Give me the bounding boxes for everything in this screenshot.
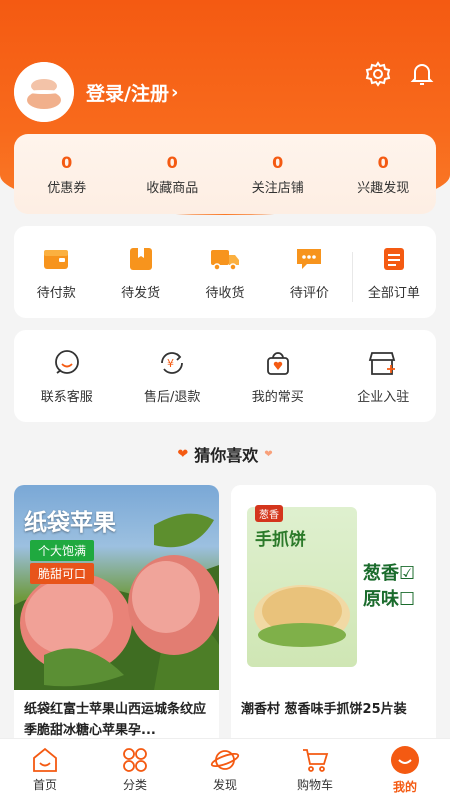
product-grid: 纸袋苹果 个大饱满 脆甜可口 纸袋红富士苹果山西运城条纹应季脆甜冰糖心苹果孕..…	[14, 485, 436, 755]
avatar[interactable]	[14, 62, 74, 122]
service-customer-support[interactable]: 联系客服	[14, 348, 120, 405]
recommend-heading: ❤ 猜你喜欢 ❤	[0, 442, 450, 466]
order-list-icon	[379, 244, 409, 274]
stat-label: 收藏商品	[146, 180, 199, 196]
tab-label: 首页	[32, 777, 57, 792]
brand-label: 葱香	[255, 505, 283, 522]
stat-followed-shops[interactable]: 0 关注店铺	[225, 153, 331, 196]
bottom-tab-bar: 首页 分类 发现 购物车 我的	[0, 738, 450, 800]
order-all[interactable]: 全部订单	[351, 244, 436, 302]
bell-icon[interactable]	[408, 60, 436, 88]
stat-coupons[interactable]: 0 优惠券	[14, 153, 120, 196]
order-label: 待付款	[36, 285, 76, 301]
svg-text:¥: ¥	[167, 357, 174, 370]
heart-icon: ❤	[264, 448, 273, 460]
order-label: 全部订单	[367, 285, 420, 301]
truck-icon	[210, 244, 240, 274]
stat-value: 0	[377, 152, 389, 172]
flavor-label: 葱香☑	[363, 563, 416, 584]
heart-icon: ❤	[177, 446, 189, 462]
tab-label: 我的	[392, 779, 417, 794]
package-icon	[126, 244, 156, 274]
tab-home[interactable]: 首页	[0, 739, 90, 800]
image-tag: 脆甜可口	[30, 563, 95, 584]
order-pending-shipment[interactable]: 待发货	[98, 244, 182, 301]
stat-interests[interactable]: 0 兴趣发现	[331, 153, 437, 196]
service-label: 企业入驻	[357, 389, 410, 405]
service-enterprise-join[interactable]: 企业入驻	[331, 348, 437, 405]
shopping-bag-icon	[263, 348, 293, 378]
stat-value: 0	[166, 152, 178, 172]
image-tag: 个大饱满	[30, 540, 95, 561]
login-register-link[interactable]: 登录/注册	[86, 79, 169, 106]
order-label: 待发货	[121, 285, 161, 301]
tab-label: 发现	[212, 777, 237, 792]
planet-icon	[210, 749, 240, 770]
tab-cart[interactable]: 购物车	[270, 739, 360, 800]
stat-label: 优惠券	[47, 180, 87, 196]
wallet-icon	[41, 244, 71, 274]
stat-label: 关注店铺	[251, 180, 304, 196]
store-icon	[368, 348, 398, 378]
category-icon	[123, 747, 147, 772]
stat-value: 0	[272, 152, 284, 172]
product-title[interactable]: 潮香村 葱香味手抓饼25片装	[231, 690, 436, 742]
tab-label: 购物车	[296, 777, 333, 792]
product-image[interactable]: 纸袋苹果 个大饱满 脆甜可口	[14, 485, 219, 690]
comment-icon	[294, 244, 324, 274]
tab-label: 分类	[122, 777, 147, 792]
product-image[interactable]: 葱香 手抓饼 葱香☑ 原味☐	[231, 485, 436, 690]
settings-icon[interactable]	[364, 60, 392, 88]
order-label: 待评价	[289, 285, 329, 301]
refund-icon: ¥	[157, 348, 187, 378]
tab-category[interactable]: 分类	[90, 739, 180, 800]
service-frequent-buys[interactable]: 我的常买	[225, 348, 331, 405]
customer-service-icon	[52, 348, 82, 378]
order-pending-receipt[interactable]: 待收货	[183, 244, 267, 301]
orders-card: 待付款 待发货 待收货 待评价 全部订单	[14, 226, 436, 318]
product-card[interactable]: 葱香 手抓饼 葱香☑ 原味☐ 潮香村 葱香味手抓饼25片装	[231, 485, 436, 755]
tab-discover[interactable]: 发现	[180, 739, 270, 800]
profile-login[interactable]: 登录/注册 ›	[14, 62, 178, 122]
service-after-sales[interactable]: ¥ 售后/退款	[120, 348, 226, 405]
stat-value: 0	[61, 152, 73, 172]
service-label: 联系客服	[40, 389, 93, 405]
stat-label: 兴趣发现	[357, 180, 410, 196]
stats-card: 0 优惠券 0 收藏商品 0 关注店铺 0 兴趣发现	[14, 134, 436, 214]
flavor-label: 原味☐	[363, 589, 416, 610]
chevron-right-icon: ›	[170, 81, 179, 103]
divider	[351, 251, 353, 302]
cart-icon	[303, 748, 329, 772]
profile-icon	[391, 745, 419, 774]
image-caption: 纸袋苹果	[24, 510, 116, 536]
product-card[interactable]: 纸袋苹果 个大饱满 脆甜可口 纸袋红富士苹果山西运城条纹应季脆甜冰糖心苹果孕..…	[14, 485, 219, 755]
image-caption: 手抓饼	[255, 530, 306, 550]
stat-favorites[interactable]: 0 收藏商品	[120, 153, 226, 196]
order-pending-payment[interactable]: 待付款	[14, 244, 98, 301]
recommend-title: 猜你喜欢	[194, 446, 259, 465]
order-label: 待收货	[205, 285, 245, 301]
services-card: 联系客服 ¥ 售后/退款 我的常买 企业入驻	[14, 330, 436, 422]
order-pending-review[interactable]: 待评价	[267, 244, 351, 301]
home-icon	[33, 747, 57, 772]
product-title[interactable]: 纸袋红富士苹果山西运城条纹应季脆甜冰糖心苹果孕...	[14, 690, 219, 742]
service-label: 售后/退款	[144, 389, 201, 405]
tab-mine[interactable]: 我的	[360, 739, 450, 800]
service-label: 我的常买	[251, 389, 304, 405]
